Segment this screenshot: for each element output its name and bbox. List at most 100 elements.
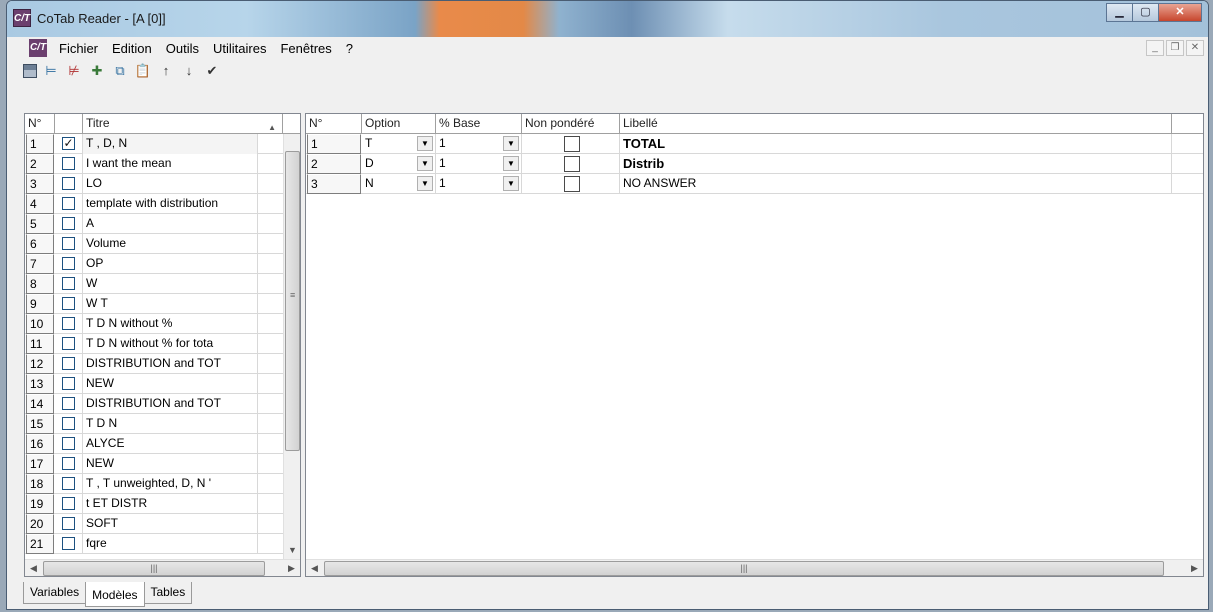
maximize-button[interactable]: ▢	[1132, 3, 1159, 22]
close-button[interactable]: ✕	[1158, 3, 1202, 22]
templates-hscroll-thumb[interactable]: |||	[43, 561, 265, 576]
paste-icon[interactable]: 📋	[134, 62, 152, 80]
delete-columns-icon[interactable]: ⊭	[65, 62, 83, 80]
row-title[interactable]: I want the mean	[83, 154, 258, 174]
table-row[interactable]: 10 T D N without %	[25, 314, 300, 334]
row-checkbox[interactable]	[62, 237, 75, 250]
row-checkbox[interactable]	[62, 337, 75, 350]
validate-icon[interactable]: ✔	[203, 62, 221, 80]
column-header-check[interactable]	[55, 114, 83, 134]
templates-list-panel[interactable]: N° Titre ▲ 1 ✓ T , D, N 2 I want the mean 3 LO…	[24, 113, 301, 577]
table-row[interactable]: 7 OP	[25, 254, 300, 274]
column-header-base[interactable]: % Base	[436, 114, 522, 134]
menu-edition[interactable]: Edition	[112, 41, 152, 56]
save-icon[interactable]	[23, 64, 37, 78]
scroll-left-arrow-icon[interactable]: ◀	[25, 560, 42, 576]
mdi-minimize-button[interactable]: _	[1146, 40, 1164, 56]
chevron-down-icon[interactable]: ▼	[503, 136, 519, 151]
table-row[interactable]: 13 NEW	[25, 374, 300, 394]
column-header-unweighted[interactable]: Non pondéré	[522, 114, 620, 134]
base-select[interactable]: 1 ▼	[436, 154, 522, 174]
row-checkbox[interactable]	[62, 357, 75, 370]
table-row[interactable]: 4 template with distribution	[25, 194, 300, 214]
table-row[interactable]: 9 W T	[25, 294, 300, 314]
chevron-down-icon[interactable]: ▼	[503, 156, 519, 171]
table-row[interactable]: 17 NEW	[25, 454, 300, 474]
table-row[interactable]: 1 T ▼ 1 ▼ TOTAL	[306, 134, 1203, 154]
row-checkbox[interactable]	[62, 477, 75, 490]
chevron-down-icon[interactable]: ▼	[417, 156, 433, 171]
row-checkbox[interactable]	[62, 217, 75, 230]
row-checkbox[interactable]	[62, 297, 75, 310]
row-title[interactable]: NEW	[83, 374, 258, 394]
row-checkbox[interactable]	[62, 537, 75, 550]
row-title[interactable]: Volume	[83, 234, 258, 254]
column-header-titre[interactable]: Titre ▲	[83, 114, 283, 134]
base-select[interactable]: 1 ▼	[436, 134, 522, 154]
row-title[interactable]: NEW	[83, 454, 258, 474]
chevron-down-icon[interactable]: ▼	[417, 176, 433, 191]
table-row[interactable]: 14 DISTRIBUTION and TOT	[25, 394, 300, 414]
move-up-icon[interactable]: ↑	[157, 62, 175, 80]
menu-help[interactable]: ?	[346, 41, 353, 56]
move-down-icon[interactable]: ↓	[180, 62, 198, 80]
base-select[interactable]: 1 ▼	[436, 174, 522, 194]
table-row[interactable]: 2 D ▼ 1 ▼ Distrib	[306, 154, 1203, 174]
row-title[interactable]: W T	[83, 294, 258, 314]
table-row[interactable]: 5A	[25, 214, 300, 234]
table-row[interactable]: 11 T D N without % for tota	[25, 334, 300, 354]
unweighted-checkbox[interactable]	[564, 156, 580, 172]
menu-fenetres[interactable]: Fenêtres	[280, 41, 331, 56]
add-icon[interactable]: ✚	[88, 62, 106, 80]
row-title[interactable]: DISTRIBUTION and TOT	[83, 394, 258, 414]
row-title[interactable]: W	[83, 274, 258, 294]
mdi-close-button[interactable]: ✕	[1186, 40, 1204, 56]
row-title[interactable]: OP	[83, 254, 258, 274]
templates-vertical-scrollbar[interactable]: ≡ ▼	[283, 134, 300, 559]
column-header-option[interactable]: Option	[362, 114, 436, 134]
table-row[interactable]: 3 N ▼ 1 ▼ NO ANSWER	[306, 174, 1203, 194]
row-checkbox[interactable]	[62, 517, 75, 530]
menu-fichier[interactable]: Fichier	[59, 41, 98, 56]
row-title[interactable]: SOFT	[83, 514, 258, 534]
table-row[interactable]: 20 SOFT	[25, 514, 300, 534]
chevron-down-icon[interactable]: ▼	[417, 136, 433, 151]
scroll-down-arrow-icon[interactable]: ▼	[284, 542, 300, 559]
row-checkbox[interactable]	[62, 277, 75, 290]
mdi-restore-button[interactable]: ❐	[1166, 40, 1184, 56]
insert-columns-icon[interactable]: ⊨	[42, 62, 60, 80]
row-checkbox[interactable]	[62, 437, 75, 450]
table-row[interactable]: 1 ✓ T , D, N	[25, 134, 300, 154]
row-checkbox[interactable]	[62, 377, 75, 390]
column-header-num[interactable]: N°	[306, 114, 362, 134]
row-checkbox[interactable]	[62, 157, 75, 170]
menu-outils[interactable]: Outils	[166, 41, 199, 56]
row-checkbox[interactable]	[62, 457, 75, 470]
table-row[interactable]: 3 LO	[25, 174, 300, 194]
minimize-button[interactable]: ▁	[1106, 3, 1133, 22]
row-title[interactable]: A	[83, 214, 258, 234]
menu-utilitaires[interactable]: Utilitaires	[213, 41, 266, 56]
table-row[interactable]: 19 t ET DISTR	[25, 494, 300, 514]
tab-tables[interactable]: Tables	[143, 582, 193, 604]
template-details-panel[interactable]: N° Option % Base Non pondéré Libellé 1 T ▼…	[305, 113, 1204, 577]
details-hscroll-thumb[interactable]: |||	[324, 561, 1164, 576]
row-title[interactable]: T , D, N	[83, 134, 258, 154]
row-title[interactable]: ALYCE	[83, 434, 258, 454]
scroll-right-arrow-icon[interactable]: ▶	[283, 560, 300, 576]
chevron-down-icon[interactable]: ▼	[503, 176, 519, 191]
label-cell[interactable]: Distrib	[620, 154, 1172, 174]
row-title[interactable]: LO	[83, 174, 258, 194]
templates-horizontal-scrollbar[interactable]: ◀ ||| ▶	[25, 559, 300, 576]
document-menu-icon[interactable]: C/T	[29, 39, 47, 57]
option-select[interactable]: D ▼	[362, 154, 436, 174]
column-header-num[interactable]: N°	[25, 114, 55, 134]
row-title[interactable]: T D N without %	[83, 314, 258, 334]
scroll-left-arrow-icon[interactable]: ◀	[306, 560, 323, 576]
table-row[interactable]: 18 T , T unweighted, D, N '	[25, 474, 300, 494]
row-checkbox[interactable]	[62, 177, 75, 190]
option-select[interactable]: N ▼	[362, 174, 436, 194]
table-row[interactable]: 6 Volume	[25, 234, 300, 254]
unweighted-checkbox[interactable]	[564, 176, 580, 192]
table-row[interactable]: 21 fqre	[25, 534, 300, 554]
